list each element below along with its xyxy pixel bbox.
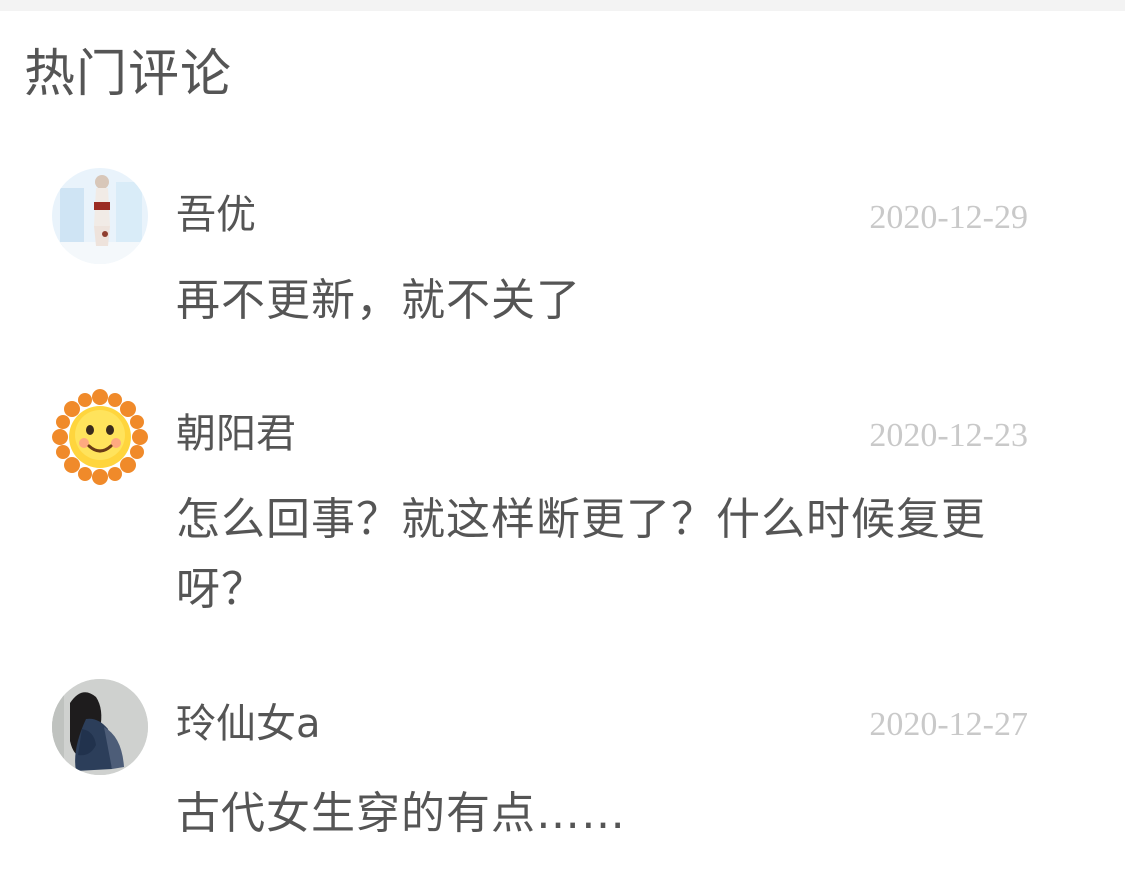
comment-date: 2020-12-27 <box>869 706 1028 743</box>
comment-username[interactable]: 吾优 <box>176 187 256 243</box>
user-avatar-photo-icon[interactable] <box>52 168 148 264</box>
comment-date: 2020-12-23 <box>869 417 1028 454</box>
comment-text: 再不更新，就不关了 <box>176 275 581 326</box>
comment-text: 古代女生穿的有点…… <box>176 788 626 839</box>
sun-flower-avatar-icon[interactable] <box>52 389 148 485</box>
comment-text: 怎么回事？就这样断更了？什么时候复更呀？ <box>176 494 986 615</box>
top-divider-strip <box>0 0 1125 11</box>
comment-username[interactable]: 玲仙女a <box>176 696 321 752</box>
section-title: 热门评论 <box>24 45 233 104</box>
comment-username[interactable]: 朝阳君 <box>176 406 296 462</box>
user-avatar-photo-icon[interactable] <box>52 679 148 775</box>
comment-date: 2020-12-29 <box>869 199 1028 236</box>
